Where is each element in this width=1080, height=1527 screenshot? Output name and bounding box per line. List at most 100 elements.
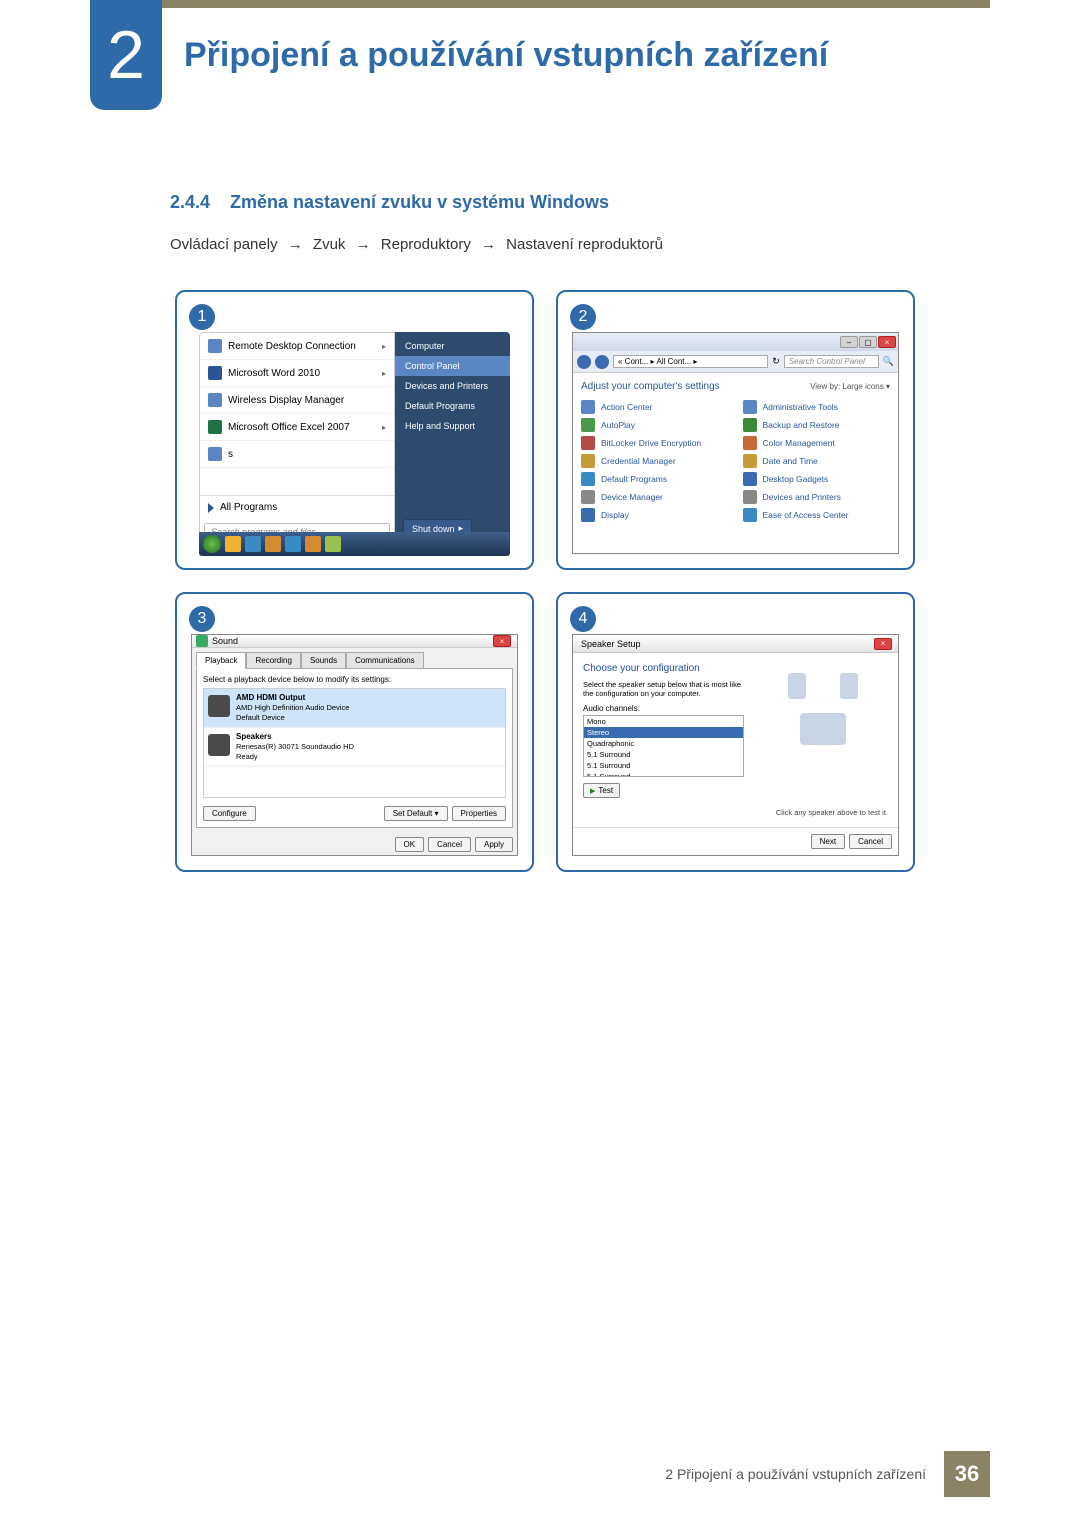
chapter-header: 2 Připojení a používání vstupních zaříze… [90,0,828,110]
ok-button[interactable]: OK [395,837,425,852]
start-menu-left: Remote Desktop Connection▸Microsoft Word… [199,332,395,546]
playback-device[interactable]: SpeakersRenesas(R) 30071 Soundaudio HDRe… [204,728,505,767]
cp-item[interactable]: Administrative Tools [743,400,891,414]
start-menu-item[interactable]: Remote Desktop Connection▸ [200,333,394,360]
sound-tab[interactable]: Recording [246,652,300,669]
cp-icon [743,454,757,468]
start-menu-item[interactable]: Microsoft Word 2010▸ [200,360,394,387]
cp-item[interactable]: Credential Manager [581,454,729,468]
dialog-footer: Next Cancel [573,827,898,855]
cancel-button[interactable]: Cancel [849,834,892,849]
cancel-button[interactable]: Cancel [428,837,471,852]
cp-item-label: BitLocker Drive Encryption [601,438,701,448]
cp-item[interactable]: BitLocker Drive Encryption [581,436,729,450]
titlebar: Sound × [192,635,517,648]
start-menu-item[interactable]: s [200,441,394,468]
submenu-arrow-icon: ▸ [382,342,386,351]
app-icon [208,447,222,461]
cp-icon [743,436,757,450]
properties-button[interactable]: Properties [452,806,506,821]
playback-device[interactable]: AMD HDMI OutputAMD High Definition Audio… [204,689,505,728]
refresh-icon[interactable]: ↻ [772,356,780,367]
window-buttons: – ▢ × [840,336,898,348]
close-button[interactable]: × [878,336,896,348]
nav-back-icon[interactable] [577,355,591,369]
start-right-item[interactable]: Default Programs [395,396,510,416]
submenu-arrow-icon: ▸ [382,423,386,432]
cp-item-label: Ease of Access Center [763,510,849,520]
channels-list[interactable]: MonoStereoQuadraphonic5.1 Surround5.1 Su… [583,715,744,777]
next-button[interactable]: Next [811,834,845,849]
channel-option[interactable]: 5.1 Surround [584,760,743,771]
configure-button[interactable]: Configure [203,806,256,821]
start-right-item[interactable]: Help and Support [395,416,510,436]
cp-item[interactable]: Action Center [581,400,729,414]
cp-item[interactable]: AutoPlay [581,418,729,432]
chapter-number: 2 [90,0,162,110]
cp-icon [743,400,757,414]
cp-item[interactable]: Default Programs [581,472,729,486]
start-right-item[interactable]: Devices and Printers [395,376,510,396]
addr-segment: All Cont... ▸ [656,357,697,366]
cp-item[interactable]: Ease of Access Center [743,508,891,522]
start-right-item[interactable]: Control Panel [395,356,510,376]
cp-item-label: Default Programs [601,474,667,484]
set-default-button[interactable]: Set Default ▾ [384,806,448,821]
cp-item[interactable]: Display [581,508,729,522]
taskbar-icon[interactable] [225,536,241,552]
cp-item[interactable]: Color Management [743,436,891,450]
cp-item-label: Backup and Restore [763,420,840,430]
sound-tab[interactable]: Playback [196,652,246,669]
speaker-preview: Click any speaker above to test it. [758,663,888,817]
sound-tab[interactable]: Sounds [301,652,346,669]
taskbar-icon[interactable] [285,536,301,552]
minimize-button[interactable]: – [840,336,858,348]
subwoofer-icon[interactable] [800,713,846,745]
cp-item[interactable]: Desktop Gadgets [743,472,891,486]
cp-icon [581,400,595,414]
taskbar-icon[interactable] [325,536,341,552]
search-icon[interactable]: 🔍 [883,356,894,367]
step-badge: 4 [570,606,596,632]
start-menu: Remote Desktop Connection▸Microsoft Word… [199,332,510,546]
apply-button[interactable]: Apply [475,837,513,852]
cp-item[interactable]: Backup and Restore [743,418,891,432]
device-icon [208,734,230,756]
address-field[interactable]: « Cont... ▸ All Cont... ▸ [613,355,768,368]
channel-option[interactable]: Stereo [584,727,743,738]
test-button[interactable]: Test [583,783,620,798]
device-text: SpeakersRenesas(R) 30071 Soundaudio HDRe… [236,732,354,762]
close-button[interactable]: × [874,638,892,650]
taskbar-icon[interactable] [265,536,281,552]
start-menu-item[interactable]: Microsoft Office Excel 2007▸ [200,414,394,441]
cp-item[interactable]: Devices and Printers [743,490,891,504]
channel-option[interactable]: Mono [584,716,743,727]
view-by[interactable]: View by: Large icons ▾ [810,382,890,391]
speaker-icon-left[interactable] [788,673,806,699]
cp-item[interactable]: Date and Time [743,454,891,468]
start-right-item[interactable]: Computer [395,336,510,356]
cp-item[interactable]: Device Manager [581,490,729,504]
taskbar-icon[interactable] [245,536,261,552]
channel-option[interactable]: Quadraphonic [584,738,743,749]
start-orb-icon[interactable] [203,535,221,553]
playback-device-list[interactable]: AMD HDMI OutputAMD High Definition Audio… [203,688,506,798]
nav-forward-icon[interactable] [595,355,609,369]
taskbar-icon[interactable] [305,536,321,552]
search-field[interactable]: Search Control Panel [784,355,879,368]
channel-option[interactable]: 5.1 Surround [584,771,743,777]
cp-heading-row: Adjust your computer's settings View by:… [581,381,890,392]
cp-icon [581,472,595,486]
cp-item-label: AutoPlay [601,420,635,430]
maximize-button[interactable]: ▢ [859,336,877,348]
channel-option[interactable]: 5.1 Surround [584,749,743,760]
start-menu-item[interactable]: Wireless Display Manager [200,387,394,414]
cp-grid: Action Center Administrative Tools AutoPla… [581,400,890,522]
panel-control-panel: 2 – ▢ × « Cont... ▸ All Cont... ▸ ↻ Sear… [556,290,915,570]
cp-item-label: Administrative Tools [763,402,838,412]
speaker-icon-right[interactable] [840,673,858,699]
close-button[interactable]: × [493,635,511,647]
sound-tab[interactable]: Communications [346,652,424,669]
all-programs-label: All Programs [220,502,277,513]
all-programs[interactable]: All Programs [200,495,394,519]
